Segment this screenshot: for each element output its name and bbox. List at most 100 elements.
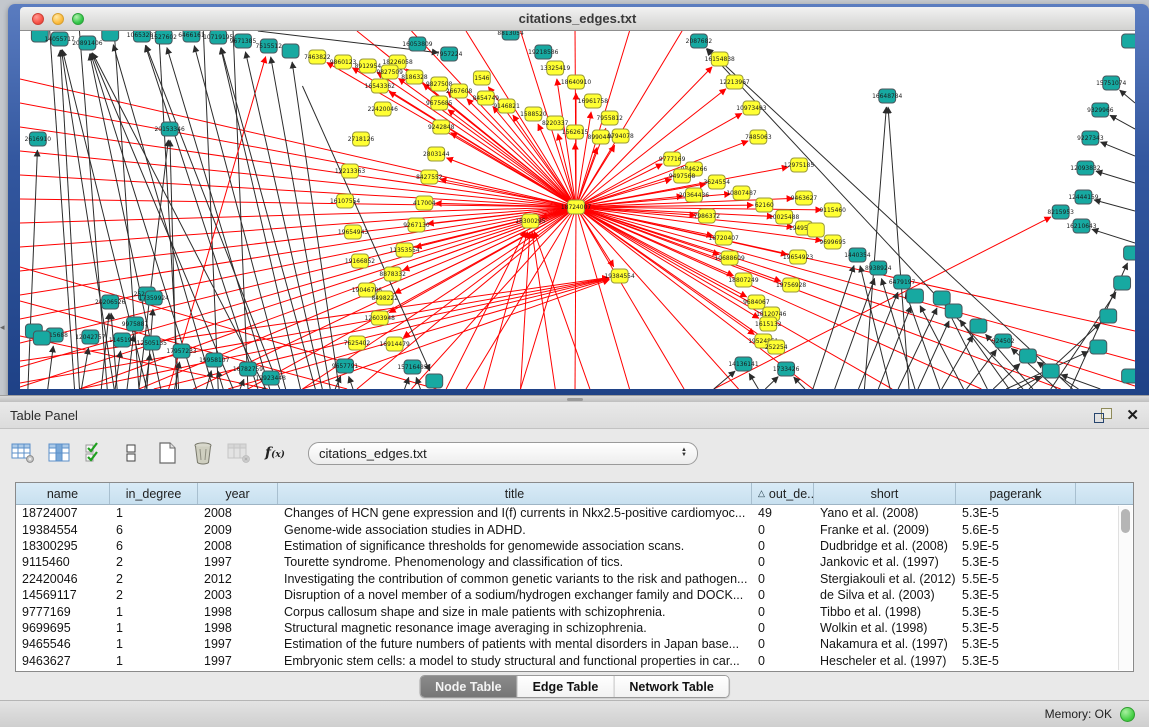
graph-node[interactable]: [807, 223, 824, 237]
table-options-icon[interactable]: [8, 438, 38, 468]
network-window[interactable]: citations_edges.txt 18724007183002951938…: [8, 4, 1149, 398]
graph-node[interactable]: 10973493: [736, 101, 766, 115]
edge[interactable]: [1110, 115, 1135, 129]
graph-node[interactable]: [1020, 349, 1037, 363]
edge[interactable]: [20, 151, 576, 207]
graph-node[interactable]: 1440354: [844, 248, 871, 262]
graph-node[interactable]: 2803144: [423, 147, 450, 161]
graph-node[interactable]: 3624554: [704, 175, 731, 189]
table-row[interactable]: 977716911998Corpus callosum shape and si…: [16, 603, 1133, 619]
table-row[interactable]: 911546021997Tourette syndrome. Phenomeno…: [16, 554, 1133, 570]
edge[interactable]: [20, 278, 609, 383]
tab-node-table[interactable]: Node Table: [420, 676, 517, 697]
graph-node[interactable]: 252254: [765, 340, 788, 354]
graph-node[interactable]: 1733426: [773, 362, 800, 376]
graph-node[interactable]: 7955812: [596, 111, 623, 125]
graph-node[interactable]: 9115460: [819, 203, 846, 217]
row-height-icon[interactable]: [116, 438, 146, 468]
network-canvas[interactable]: 1872400718300295193845547463822986012389…: [20, 31, 1135, 389]
graph-node[interactable]: 7625402: [344, 336, 371, 350]
function-builder-icon[interactable]: f(x): [260, 438, 290, 468]
graph-node[interactable]: [102, 31, 119, 41]
edge[interactable]: [942, 335, 973, 389]
graph-node[interactable]: 12603948: [365, 311, 395, 325]
table-row[interactable]: 1830029562008Estimation of significance …: [16, 538, 1133, 554]
graph-node[interactable]: 16154838: [705, 52, 735, 66]
graph-node[interactable]: 20891406: [72, 36, 102, 50]
graph-node[interactable]: 1546: [473, 71, 490, 85]
graph-node[interactable]: 10025488: [769, 210, 799, 224]
graph-node[interactable]: 2718126: [348, 132, 375, 146]
graph-node[interactable]: [907, 289, 924, 303]
column-header-name[interactable]: name: [16, 483, 110, 504]
column-header-short[interactable]: short: [814, 483, 956, 504]
graph-node[interactable]: 7957224: [436, 47, 463, 61]
graph-node[interactable]: 13325419: [540, 61, 570, 75]
graph-node[interactable]: [1114, 276, 1131, 290]
graph-node[interactable]: 15716485: [397, 360, 427, 374]
graph-node[interactable]: 9975887: [122, 317, 149, 331]
table-row[interactable]: 946362711997Embryonic stem cells: a mode…: [16, 653, 1133, 669]
scrollbar-thumb[interactable]: [1121, 509, 1130, 533]
graph-node[interactable]: 7986372: [694, 209, 721, 223]
graph-node[interactable]: 12042757: [75, 330, 105, 344]
graph-node[interactable]: 19654923: [783, 250, 813, 264]
graph-node[interactable]: 6466161: [178, 31, 205, 42]
graph-node[interactable]: 1588520: [520, 107, 547, 121]
edge[interactable]: [1101, 142, 1135, 156]
graph-node[interactable]: [933, 291, 950, 305]
table-row[interactable]: 969969511998Structural magnetic resonanc…: [16, 620, 1133, 636]
graph-node[interactable]: 16782759: [233, 362, 263, 376]
graph-node[interactable]: 14055717: [45, 32, 75, 46]
edge[interactable]: [576, 207, 684, 389]
edge[interactable]: [813, 265, 854, 389]
graph-node[interactable]: 9329966: [1087, 103, 1114, 117]
edge[interactable]: [245, 52, 322, 389]
table-scrollbar[interactable]: [1118, 506, 1132, 670]
graph-node[interactable]: [1122, 34, 1135, 48]
graph-node[interactable]: 19384554: [604, 269, 634, 283]
edge[interactable]: [20, 199, 576, 207]
edge[interactable]: [576, 207, 1135, 361]
graph-node[interactable]: 19654943: [338, 225, 368, 239]
divider-grip[interactable]: [567, 398, 583, 401]
new-table-icon[interactable]: [152, 438, 182, 468]
graph-node[interactable]: 16961758: [578, 94, 608, 108]
edge[interactable]: [169, 57, 266, 389]
edge[interactable]: [139, 140, 168, 389]
graph-node[interactable]: 7485063: [745, 130, 772, 144]
table-row[interactable]: 946554611997Estimation of the future num…: [16, 636, 1133, 652]
graph-node[interactable]: [970, 319, 987, 333]
close-panel-icon[interactable]: ✕: [1126, 408, 1139, 423]
graph-node[interactable]: 7515512: [256, 39, 283, 53]
edge[interactable]: [405, 377, 409, 389]
edge[interactable]: [576, 207, 1135, 386]
column-header-out_de[interactable]: △out_de...: [752, 483, 814, 504]
graph-node[interactable]: 8813054: [497, 31, 524, 40]
graph-node[interactable]: 9463627: [791, 191, 818, 205]
graph-node[interactable]: 417004: [413, 196, 436, 210]
edge[interactable]: [1092, 229, 1135, 243]
graph-node[interactable]: [1042, 364, 1059, 378]
graph-node[interactable]: [945, 304, 962, 318]
panel-collapse-icon[interactable]: ◂: [0, 322, 5, 333]
graph-node[interactable]: [426, 374, 443, 388]
edge[interactable]: [146, 45, 280, 389]
graph-node[interactable]: [33, 331, 50, 345]
graph-node[interactable]: [1122, 369, 1135, 383]
graph-node[interactable]: 2616910: [25, 132, 52, 146]
graph-node[interactable]: 19218586: [528, 45, 558, 59]
table-row[interactable]: 2242004622012Investigating the contribut…: [16, 571, 1133, 587]
edge[interactable]: [534, 231, 590, 389]
graph-node[interactable]: 8427552: [416, 170, 443, 184]
graph-node[interactable]: 8938924: [865, 261, 892, 275]
graph-node[interactable]: 19756928: [776, 278, 806, 292]
edge[interactable]: [1094, 200, 1135, 211]
table-source-select[interactable]: citations_edges.txt ▲▼: [308, 442, 698, 465]
column-header-title[interactable]: title: [278, 483, 752, 504]
network-window-titlebar[interactable]: citations_edges.txt: [20, 7, 1135, 31]
edge[interactable]: [271, 57, 331, 389]
citation-network-graph[interactable]: 1872400718300295193845547463822986012389…: [20, 31, 1135, 389]
graph-node[interactable]: 11353554: [389, 243, 419, 257]
edge[interactable]: [532, 232, 555, 389]
